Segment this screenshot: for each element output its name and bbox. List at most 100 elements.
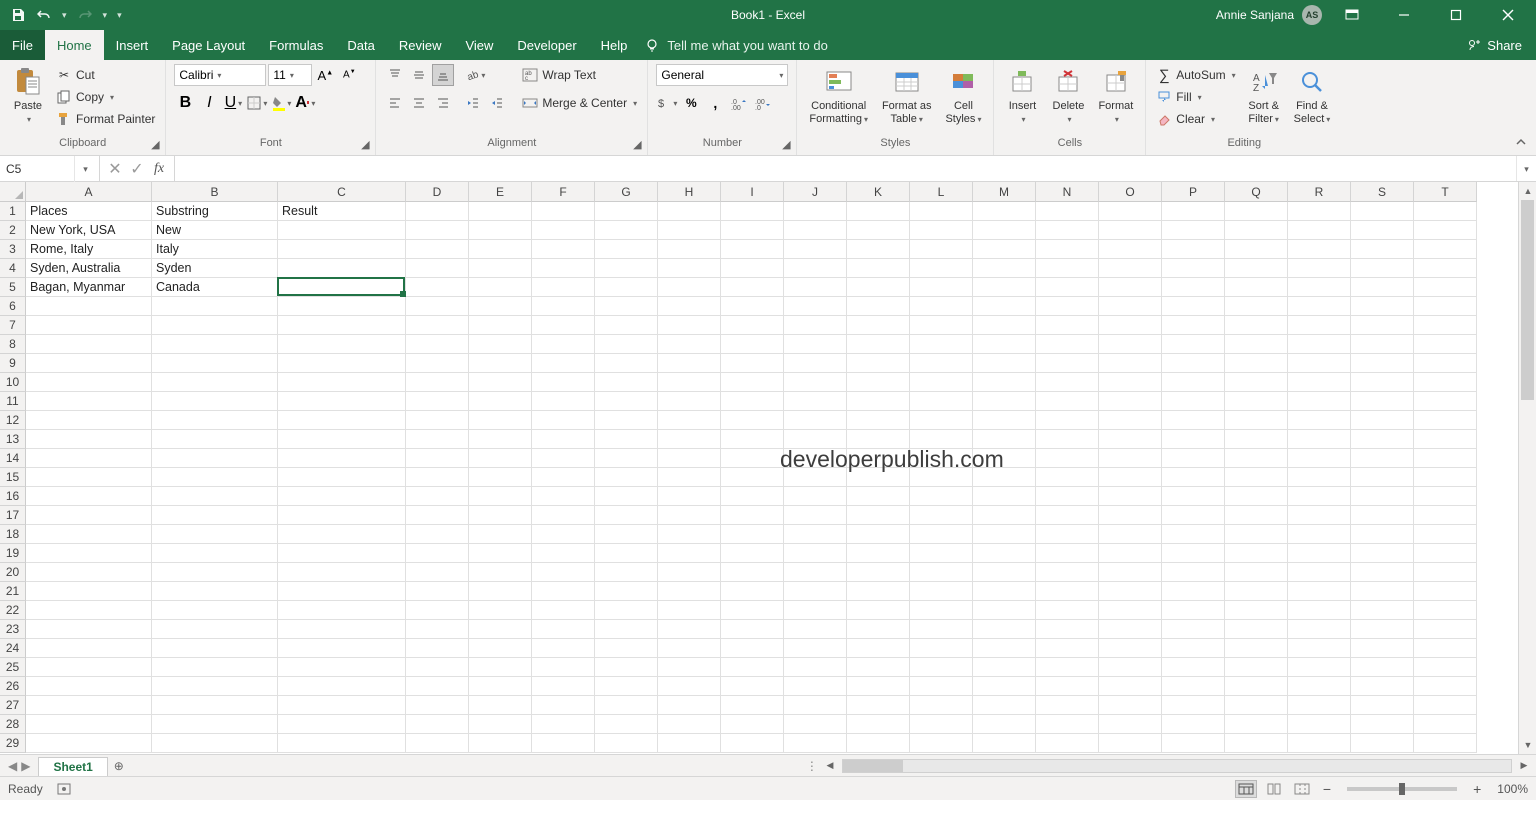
cell[interactable] [658,468,721,487]
cell[interactable] [1162,202,1225,221]
macro-record-icon[interactable] [57,782,71,796]
cell[interactable] [1099,658,1162,677]
cell[interactable] [278,639,406,658]
column-header[interactable]: E [469,182,532,202]
cell[interactable] [406,658,469,677]
cell[interactable] [1162,696,1225,715]
cell[interactable] [658,449,721,468]
enter-formula-icon[interactable]: ✓ [128,160,146,178]
cell[interactable] [1162,354,1225,373]
orientation-icon[interactable]: ab▾ [464,64,486,86]
cell[interactable] [784,525,847,544]
cell[interactable] [721,468,784,487]
cell[interactable] [1162,468,1225,487]
cell[interactable] [1351,620,1414,639]
cell[interactable] [784,316,847,335]
cell[interactable] [469,335,532,354]
cell[interactable] [910,639,973,658]
new-sheet-button[interactable]: ⊕ [108,755,130,776]
cell[interactable] [1162,734,1225,753]
cell[interactable] [532,202,595,221]
number-format-combo[interactable]: General▾ [656,64,788,86]
fill-color-button[interactable]: ▾ [270,92,292,114]
cell[interactable] [1288,734,1351,753]
cancel-formula-icon[interactable]: ✕ [106,160,124,178]
cell[interactable] [595,620,658,639]
cell[interactable] [26,696,152,715]
cell[interactable] [973,354,1036,373]
cell[interactable] [278,392,406,411]
cell[interactable] [1036,468,1099,487]
cell[interactable] [278,487,406,506]
cell[interactable] [973,544,1036,563]
cell[interactable] [847,430,910,449]
cell[interactable] [1099,354,1162,373]
cell[interactable] [1351,734,1414,753]
cell[interactable] [721,639,784,658]
cell[interactable] [595,715,658,734]
cell[interactable] [1099,582,1162,601]
cell[interactable] [595,525,658,544]
cell[interactable] [1288,506,1351,525]
scroll-up-icon[interactable]: ▲ [1519,182,1536,200]
cell[interactable] [973,297,1036,316]
cell[interactable] [658,335,721,354]
cell[interactable] [1288,544,1351,563]
cell[interactable] [1288,297,1351,316]
cell[interactable] [784,506,847,525]
cell[interactable] [910,525,973,544]
cell[interactable] [1162,487,1225,506]
cell[interactable] [152,468,278,487]
font-color-button[interactable]: A▾ [294,92,316,114]
column-header[interactable]: J [784,182,847,202]
cell[interactable] [1225,658,1288,677]
cell[interactable] [721,487,784,506]
cell[interactable] [1351,221,1414,240]
cell[interactable] [26,392,152,411]
column-header[interactable]: I [721,182,784,202]
cell[interactable] [910,430,973,449]
tab-page-layout[interactable]: Page Layout [160,30,257,60]
row-header[interactable]: 2 [0,221,26,240]
cell[interactable] [1036,715,1099,734]
cell[interactable] [469,430,532,449]
cell[interactable] [1099,335,1162,354]
column-header[interactable]: G [595,182,658,202]
conditional-formatting-button[interactable]: ConditionalFormatting▾ [805,64,872,127]
cell[interactable] [1162,449,1225,468]
cell[interactable] [1099,278,1162,297]
cell[interactable] [1225,563,1288,582]
select-all-button[interactable] [0,182,26,202]
wrap-text-button[interactable]: abcWrap Text [520,64,639,86]
cell[interactable] [26,411,152,430]
name-box-dropdown[interactable]: ▾ [74,156,96,182]
cell[interactable] [1036,582,1099,601]
cell[interactable] [278,696,406,715]
cell[interactable] [1225,221,1288,240]
cell[interactable] [532,677,595,696]
cell[interactable] [595,468,658,487]
cell[interactable] [1162,335,1225,354]
cell[interactable] [595,411,658,430]
cell[interactable] [847,525,910,544]
cell[interactable] [1036,734,1099,753]
cell[interactable] [847,734,910,753]
cell[interactable] [26,715,152,734]
cell[interactable] [1225,354,1288,373]
cell[interactable] [784,354,847,373]
cell[interactable] [595,354,658,373]
cell[interactable] [469,639,532,658]
cell[interactable] [278,240,406,259]
cell[interactable] [1099,734,1162,753]
row-header[interactable]: 8 [0,335,26,354]
cell[interactable] [1414,601,1477,620]
cell[interactable] [847,487,910,506]
page-layout-view-icon[interactable] [1263,780,1285,798]
cell[interactable] [1288,525,1351,544]
cell[interactable] [26,316,152,335]
cell[interactable] [1162,373,1225,392]
cell[interactable] [1414,354,1477,373]
cell[interactable] [847,468,910,487]
hscroll-right-icon[interactable]: ▶ [1516,758,1532,774]
cell[interactable] [469,563,532,582]
